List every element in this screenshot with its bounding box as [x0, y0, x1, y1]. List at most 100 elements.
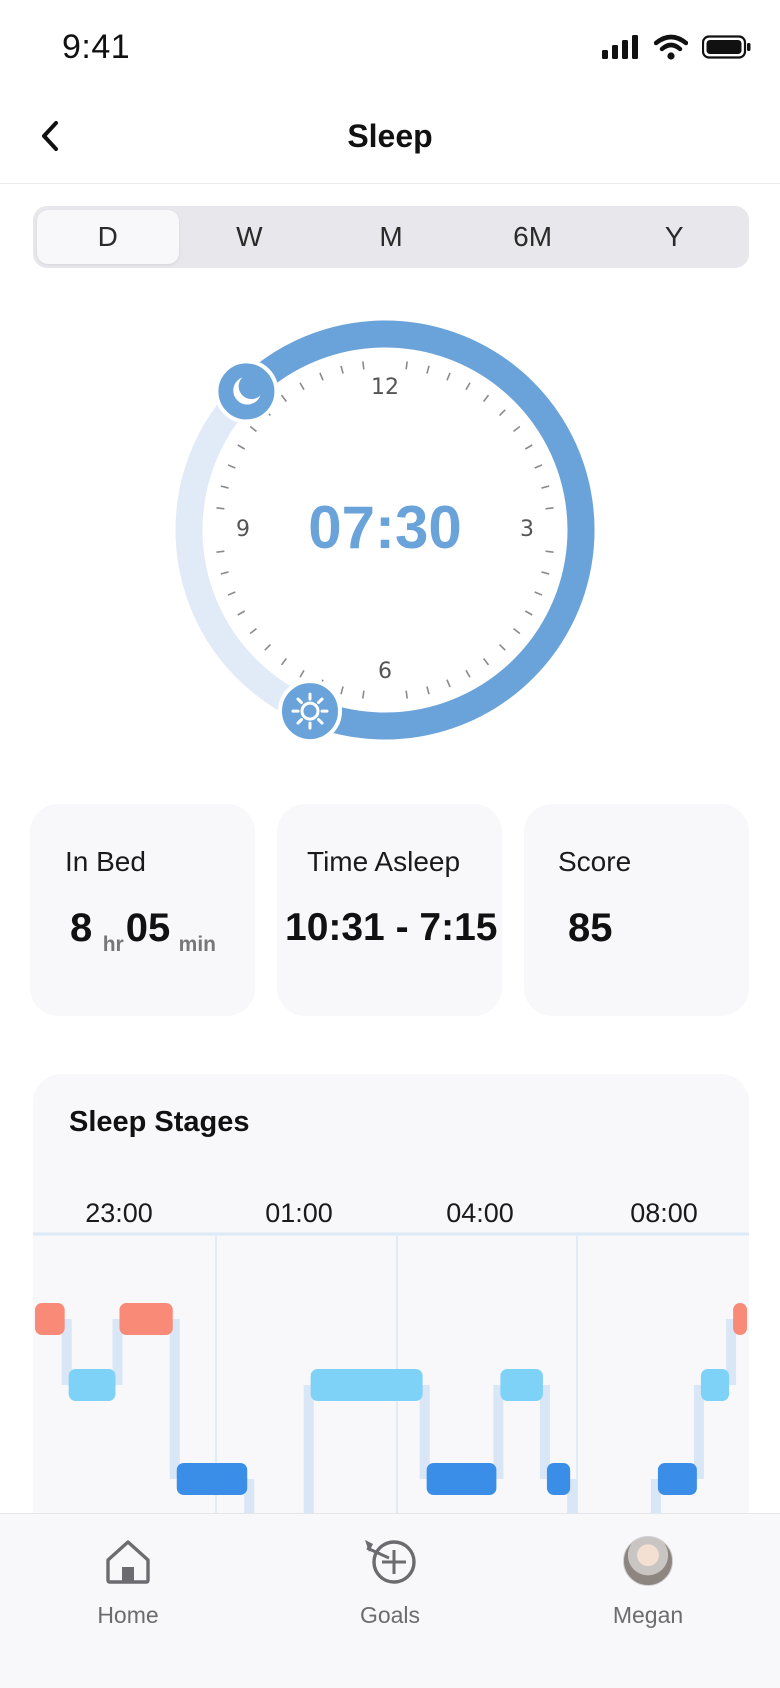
clock-numeral-3: 3	[520, 517, 534, 542]
page-title: Sleep	[347, 118, 433, 154]
stage-bar-core	[426, 1463, 497, 1495]
stage-transition	[693, 1385, 704, 1479]
clock-numeral-9: 9	[236, 517, 250, 542]
time-label: 01:00	[265, 1198, 333, 1228]
segment-w[interactable]: W	[179, 210, 321, 264]
status-icons	[602, 34, 752, 60]
segment-d[interactable]: D	[37, 210, 179, 264]
stage-bar-rem	[68, 1369, 116, 1401]
clock-tick	[482, 658, 490, 666]
bedtime-handle[interactable]	[214, 359, 279, 424]
time-label: 04:00	[446, 1198, 514, 1228]
battery-icon	[702, 35, 751, 59]
clock-tick	[216, 550, 225, 553]
clock-tick	[465, 382, 471, 391]
navigation-bar: Sleep	[0, 100, 780, 184]
clock-tick	[465, 669, 471, 678]
stage-bar-awake	[733, 1303, 747, 1335]
time-asleep-label: Time Asleep	[307, 846, 461, 877]
clock-tick	[534, 464, 543, 469]
clock-numeral-6: 6	[378, 659, 392, 684]
clock-tick	[227, 591, 236, 596]
clock-tick	[319, 372, 324, 381]
score-value: 85	[568, 906, 613, 950]
clock-tick	[545, 507, 554, 510]
clock-tick	[299, 669, 305, 678]
clock-tick	[405, 690, 408, 699]
clock-tick	[524, 610, 533, 616]
segment-6m[interactable]: 6M	[462, 210, 604, 264]
clock-tick	[362, 361, 365, 370]
tab-profile[interactable]: Megan	[578, 1534, 718, 1629]
stage-transition	[493, 1385, 504, 1479]
in-bed-value: 8 hr05 min	[70, 906, 216, 956]
stage-bar-awake	[119, 1303, 173, 1335]
clock-numeral-12: 12	[371, 375, 399, 400]
clock-tick	[446, 372, 451, 381]
clock-tick	[405, 361, 408, 370]
clock-tick	[545, 550, 554, 553]
time-range-segmented-control: D W M 6M Y	[33, 206, 749, 268]
in-bed-label: In Bed	[65, 846, 146, 877]
sleep-duration: 07:30	[308, 494, 461, 561]
stage-transition	[419, 1385, 430, 1479]
stage-bar-core	[657, 1463, 697, 1495]
clock-tick	[280, 394, 288, 402]
in-bed-minutes-unit: min	[178, 933, 216, 956]
clock-tick	[264, 643, 272, 651]
stage-bar-rem	[310, 1369, 423, 1401]
clock-tick	[498, 643, 506, 651]
clock-tick	[482, 394, 490, 402]
wifi-icon	[654, 34, 688, 60]
clock-tick	[340, 365, 344, 374]
sleep-clock: 12 3 6 9 07:30	[175, 320, 595, 744]
time-label: 23:00	[85, 1198, 153, 1228]
status-bar: 9:41	[0, 0, 780, 92]
target-icon	[365, 1540, 416, 1584]
clock-tick	[249, 627, 257, 635]
cellular-signal-icon	[602, 35, 638, 59]
segment-y[interactable]: Y	[603, 210, 745, 264]
stage-bar-core	[176, 1463, 248, 1495]
stage-bar-rem	[700, 1369, 730, 1401]
stage-bar-core	[546, 1463, 571, 1495]
stage-bar-rem	[500, 1369, 543, 1401]
stage-bar-awake	[35, 1303, 65, 1335]
clock-tick	[541, 485, 550, 489]
clock-tick	[498, 409, 506, 417]
bedtime-handle-circle	[214, 359, 279, 424]
clock-tick	[340, 686, 344, 695]
in-bed-hours: 8	[70, 906, 93, 950]
clock-tick	[446, 679, 451, 688]
tab-home-label: Home	[97, 1602, 159, 1628]
clock-tick	[280, 658, 288, 666]
tab-goals-label: Goals	[359, 1602, 421, 1628]
clock-tick	[220, 485, 229, 489]
tab-goals[interactable]: Goals	[320, 1534, 460, 1629]
time-asleep-card: Time Asleep 10:31 - 7:15	[277, 804, 502, 1016]
in-bed-hours-unit: hr	[102, 933, 124, 956]
score-card: Score 85	[524, 804, 749, 1016]
clock-tick	[299, 382, 305, 391]
segment-m[interactable]: M	[320, 210, 462, 264]
stage-transition	[169, 1319, 180, 1479]
score-label: Score	[558, 846, 632, 877]
clock-tick	[362, 690, 365, 699]
clock-tick	[541, 571, 550, 575]
clock-tick	[227, 464, 236, 469]
wake-handle-circle	[277, 679, 342, 744]
clock-tick	[426, 365, 430, 374]
clock-tick	[513, 425, 521, 433]
stage-transition	[539, 1385, 550, 1479]
time-asleep-value: 10:31 - 7:15	[285, 906, 498, 949]
clock-tick	[249, 425, 257, 433]
home-icon	[106, 1540, 150, 1584]
clock-tick	[534, 591, 543, 596]
clock-tick	[524, 444, 533, 450]
tab-home[interactable]: Home	[58, 1534, 198, 1629]
wake-handle[interactable]	[277, 679, 342, 744]
clock-tick	[513, 627, 521, 635]
avatar	[623, 1536, 673, 1586]
clock-tick	[216, 507, 225, 510]
clock-tick	[237, 444, 246, 450]
